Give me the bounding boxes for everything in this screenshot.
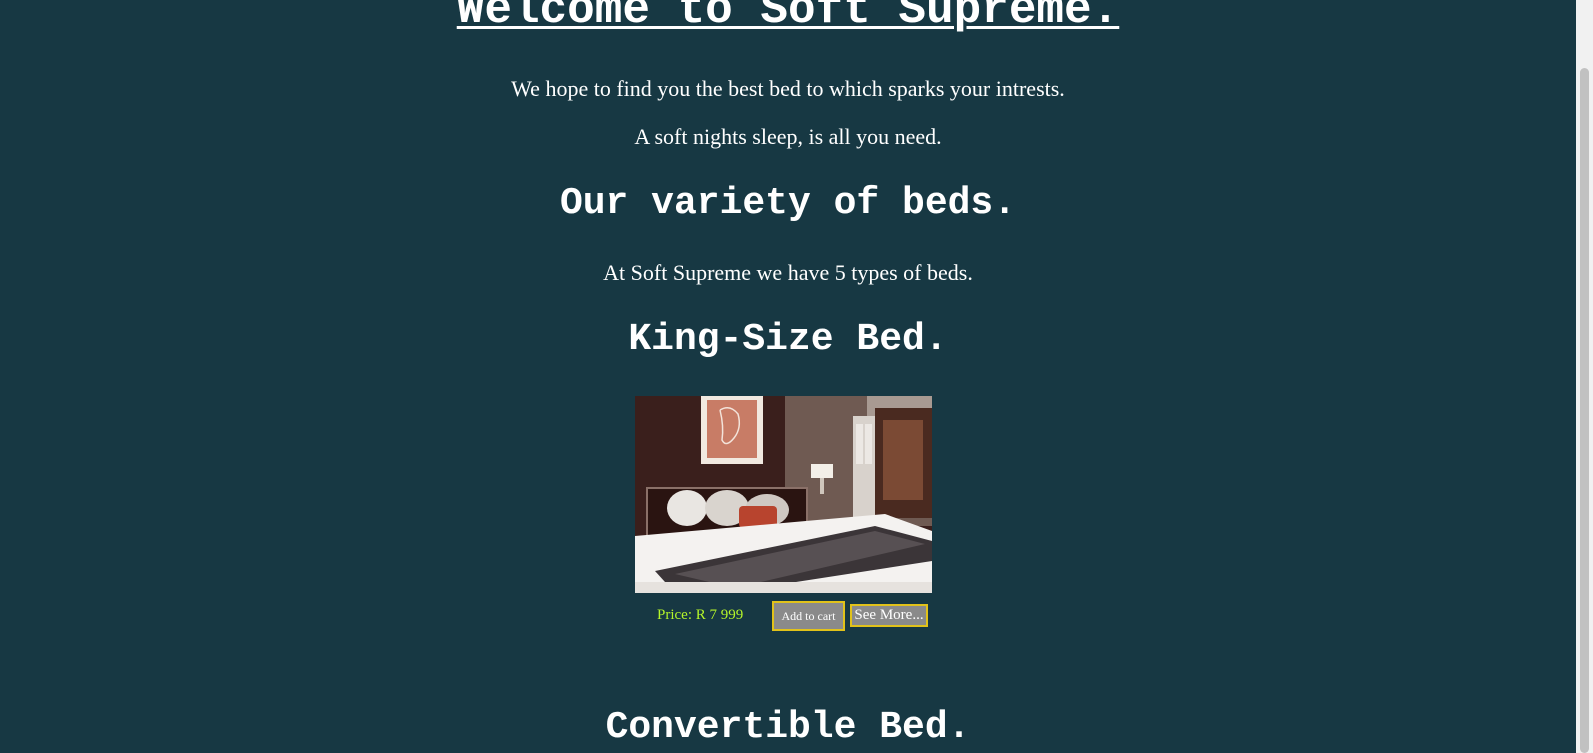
variety-text: At Soft Supreme we have 5 types of beds. xyxy=(603,260,973,285)
see-more-button[interactable]: See More... xyxy=(850,604,928,627)
intro-line-2: A soft nights sleep, is all you need. xyxy=(634,124,942,149)
page-title: Welcome to Soft Supreme. xyxy=(456,0,1120,36)
king-size-bed-price: Price: R 7 999 xyxy=(657,607,744,623)
king-size-bed-image xyxy=(635,396,932,593)
add-to-cart-button[interactable]: Add to cart xyxy=(772,601,845,631)
king-size-bed-heading: King-Size Bed. xyxy=(628,318,948,361)
variety-heading: Our variety of beds. xyxy=(559,182,1017,225)
page-viewport: Welcome to Soft Supreme. We hope to find… xyxy=(0,0,1576,753)
scrollbar-thumb[interactable] xyxy=(1580,68,1589,753)
convertible-bed-heading: Convertible Bed. xyxy=(605,706,971,749)
intro-line-1: We hope to find you the best bed to whic… xyxy=(511,76,1065,101)
vertical-scrollbar[interactable] xyxy=(1576,0,1593,753)
